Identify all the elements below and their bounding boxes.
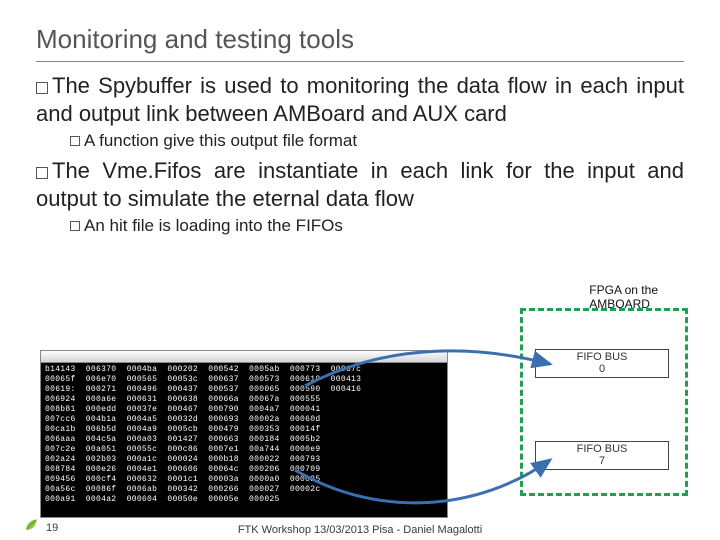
- fifo-label: FIFO BUS: [577, 443, 628, 455]
- terminal-titlebar: [41, 351, 447, 363]
- terminal-output: b14143 006370 0004ba 000202 000542 0005a…: [41, 363, 447, 507]
- bullet-box-icon: [36, 82, 48, 94]
- bullet-vmefifos: The Vme.Fifos are instantiate in each li…: [36, 157, 684, 212]
- bullet-text: A function give this output file format: [84, 131, 357, 150]
- fifo-index: 0: [599, 363, 605, 375]
- bullet-text: An hit file is loading into the FIFOs: [84, 216, 343, 235]
- bullet-box-icon: [36, 167, 48, 179]
- bullet-spybuffer: The Spybuffer is used to monitoring the …: [36, 72, 684, 127]
- fifo-bus-0: FIFO BUS 0: [535, 349, 669, 378]
- footer-text: FTK Workshop 13/03/2013 Pisa - Daniel Ma…: [0, 524, 720, 536]
- subbullet-function: A function give this output file format: [70, 131, 684, 151]
- fifo-bus-7: FIFO BUS 7: [535, 441, 669, 470]
- fpga-label-line1: FPGA on the: [589, 283, 658, 297]
- terminal-window: b14143 006370 0004ba 000202 000542 0005a…: [40, 350, 448, 518]
- bullet-box-icon: [70, 136, 80, 146]
- bullet-box-icon: [70, 221, 80, 231]
- bullet-text: The Spybuffer is used to monitoring the …: [36, 73, 684, 126]
- bullet-text: The Vme.Fifos are instantiate in each li…: [36, 158, 684, 211]
- fifo-label: FIFO BUS: [577, 351, 628, 363]
- fifo-index: 7: [599, 455, 605, 467]
- subbullet-hitfile: An hit file is loading into the FIFOs: [70, 216, 684, 236]
- amboard-diagram: FIFO BUS 0 FIFO BUS 7: [520, 308, 688, 496]
- slide-title: Monitoring and testing tools: [36, 24, 684, 62]
